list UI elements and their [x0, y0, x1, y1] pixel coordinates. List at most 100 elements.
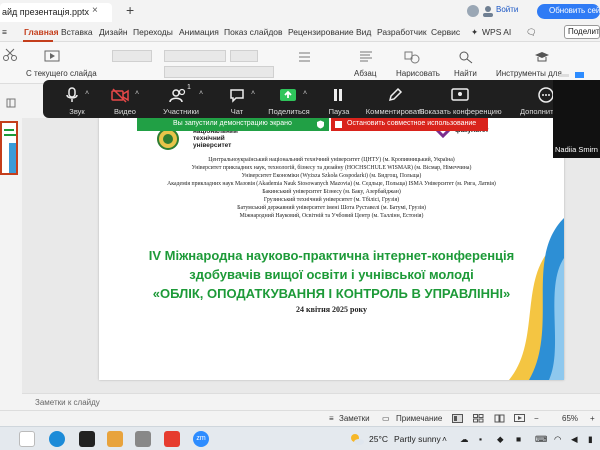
battery-icon[interactable]: ▮	[588, 434, 593, 445]
menu-item-home[interactable]: Главная	[24, 27, 59, 37]
sidebar-toggle-icon[interactable]	[6, 98, 16, 108]
font-field[interactable]	[164, 50, 226, 62]
keyboard-icon[interactable]: ⌨	[535, 434, 547, 445]
video-button[interactable]: ˄ Видео	[105, 80, 145, 118]
list-icon[interactable]	[296, 50, 312, 64]
cloud-icon[interactable]: ☁	[460, 434, 469, 445]
chevron-up-icon[interactable]: ˄	[199, 90, 203, 97]
comment-icon[interactable]: 🗨	[526, 27, 537, 38]
menu-item-slideshow[interactable]: Показ слайдов	[224, 27, 283, 37]
view-switch-icon[interactable]	[575, 72, 584, 78]
update-button[interactable]: Обновить сей	[537, 4, 600, 19]
chevron-up-icon[interactable]: ˄	[135, 90, 139, 97]
edge-icon[interactable]	[49, 431, 65, 447]
zoom-in-icon[interactable]: +	[590, 414, 595, 423]
notes-toggle-icon[interactable]: ≡	[329, 414, 334, 423]
stop-sharing-label: Остановить совместное использование	[347, 120, 477, 127]
font-size-field[interactable]	[230, 50, 258, 62]
app-tray-icon[interactable]: ◆	[497, 434, 504, 445]
terminal-icon[interactable]	[79, 431, 95, 447]
store-icon[interactable]	[107, 431, 123, 447]
menu-item-insert[interactable]: Вставка	[61, 27, 93, 37]
scissors-icon[interactable]	[2, 48, 18, 62]
reading-view-icon[interactable]	[494, 414, 505, 423]
slideshow-icon[interactable]	[44, 50, 60, 64]
menu-item-view[interactable]: Вид	[356, 27, 371, 37]
taskbar: zm 25°C Partly sunny ˄ ☁ ▪ ◆ ■ ⌨ ◠ ◀ ▮	[0, 426, 600, 450]
video-off-icon	[111, 88, 129, 103]
shapes-icon[interactable]	[404, 50, 420, 64]
presenter-view-icon[interactable]	[514, 414, 525, 423]
tools-button[interactable]: Инструменты для	[496, 69, 562, 78]
institution-line: Університет прикладних наук, технологій,…	[191, 165, 472, 171]
show-conference-label: Показать конференцию	[419, 107, 502, 116]
stop-sharing-button[interactable]: Остановить совместное использование	[331, 118, 488, 131]
stop-square-icon	[335, 121, 342, 128]
app-icon[interactable]	[135, 431, 151, 447]
sharing-banner-text: Вы запустили демонстрацию экрано	[173, 120, 292, 127]
thumb-title-mark	[4, 129, 14, 131]
slide-sorter-icon[interactable]	[473, 414, 484, 423]
paragraph-icon[interactable]	[358, 50, 374, 64]
notes-placeholder: Заметки к слайду	[35, 398, 100, 407]
slide-thumbnail[interactable]	[0, 121, 18, 175]
notes-pane[interactable]: Заметки к слайду	[22, 393, 600, 410]
avatar-icon[interactable]	[466, 4, 480, 18]
chevron-up-icon[interactable]: ˄	[303, 90, 307, 97]
user-icon[interactable]	[481, 4, 495, 18]
share-button-label: Поделить	[568, 27, 600, 36]
annotate-button[interactable]: Комментировать	[366, 80, 424, 118]
menu-item-animation[interactable]: Анимация	[179, 27, 219, 37]
pause-share-button[interactable]: Пауза	[319, 80, 359, 118]
chevron-up-icon[interactable]: ˄	[85, 90, 89, 97]
zoom-out-icon[interactable]: −	[534, 414, 539, 423]
wps-ai-icon[interactable]: ✦	[471, 27, 478, 38]
institution-line: Центральноукраїнський національний техні…	[208, 157, 455, 163]
app-tray-icon[interactable]: ■	[516, 434, 521, 444]
draw-button[interactable]: Нарисовать	[396, 69, 440, 78]
file-explorer-icon[interactable]	[19, 431, 35, 447]
close-tab-icon[interactable]: ×	[92, 5, 98, 16]
menu-item-wps-ai[interactable]: WPS AI	[482, 27, 511, 37]
chevron-up-icon[interactable]: ˄	[251, 90, 255, 97]
layout-field[interactable]	[112, 50, 152, 62]
find-icon[interactable]	[458, 50, 474, 64]
slide-date: 24 квітня 2025 року	[296, 305, 367, 314]
comments-icon[interactable]: ▭	[382, 414, 390, 423]
paragraph-button[interactable]: Абзац	[354, 69, 376, 78]
shield-icon	[317, 120, 324, 129]
document-tab-title: айд презентація.pptx	[2, 7, 90, 17]
overflow-icon[interactable]: ˄	[442, 434, 447, 444]
participants-count: 1	[187, 84, 191, 91]
minimize-icon[interactable]	[559, 74, 569, 77]
wps-icon[interactable]	[164, 431, 180, 447]
menu-bar: ≡ Главная Вставка Дизайн Переходы Анимац…	[0, 22, 600, 42]
slide-canvas[interactable]: національний технічний університет факул…	[99, 118, 564, 380]
sign-in-link[interactable]: Войти	[496, 5, 518, 14]
notes-toggle[interactable]: Заметки	[339, 414, 370, 423]
normal-view-icon[interactable]	[452, 414, 463, 423]
zoom-app-icon[interactable]: zm	[193, 431, 209, 447]
participant-tile[interactable]: Nadiia Smirn	[553, 72, 600, 158]
app-tray-icon[interactable]: ▪	[479, 434, 482, 444]
new-tab-icon[interactable]: +	[126, 2, 134, 18]
slide-title-line-2: здобувачів вищої освіти і учнівської мол…	[189, 267, 474, 282]
menu-item-tools[interactable]: Сервис	[431, 27, 460, 37]
participants-button[interactable]: 1 ˄ Участники	[161, 80, 203, 118]
comments-toggle[interactable]: Примечание	[396, 414, 442, 423]
menu-item-developer[interactable]: Разработчик	[377, 27, 427, 37]
share-button[interactable]: Поделить	[564, 25, 600, 39]
from-current-slide-button[interactable]: С текущего слайда	[26, 69, 97, 78]
font-format-row[interactable]	[164, 66, 274, 78]
menu-icon[interactable]: ≡	[2, 27, 7, 37]
volume-icon[interactable]: ◀	[571, 434, 578, 445]
find-button[interactable]: Найти	[454, 69, 477, 78]
university-logo	[157, 128, 179, 150]
graduation-icon[interactable]	[534, 50, 550, 64]
show-conference-button[interactable]: Показать конференцию	[419, 80, 502, 118]
menu-item-review[interactable]: Рецензирование	[288, 27, 354, 37]
wifi-icon[interactable]: ◠	[554, 434, 561, 445]
zoom-level[interactable]: 65%	[562, 414, 578, 423]
menu-item-design[interactable]: Дизайн	[99, 27, 128, 37]
menu-item-transitions[interactable]: Переходы	[133, 27, 173, 37]
